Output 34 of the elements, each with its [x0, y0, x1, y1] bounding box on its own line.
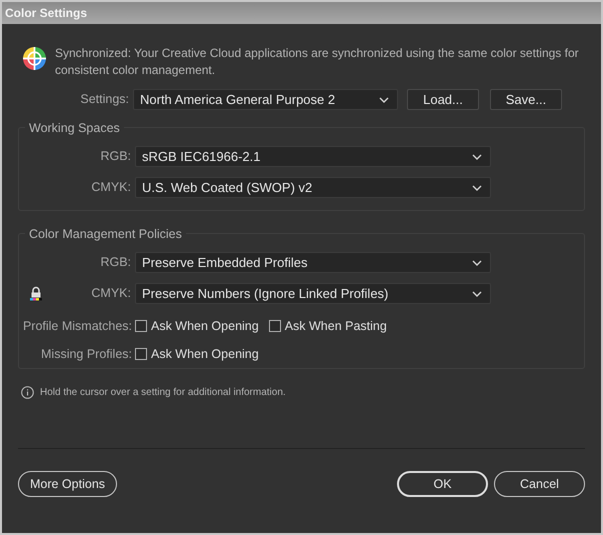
chevron-down-icon [472, 154, 482, 160]
chevron-down-icon [472, 290, 482, 296]
checkbox[interactable] [268, 320, 281, 332]
field-label: RGB: [100, 148, 131, 166]
dropdown[interactable]: U.S. Web Coated (SWOP) v2 [135, 177, 491, 198]
dialog-button[interactable]: Cancel [494, 471, 585, 497]
field-label: CMYK: [91, 285, 131, 302]
field-label: CMYK: [91, 179, 131, 196]
dropdown[interactable]: Preserve Numbers (Ignore Linked Profiles) [135, 283, 491, 304]
dialog-button[interactable]: More Options [18, 471, 117, 497]
checkbox[interactable] [135, 320, 147, 332]
info-icon [21, 386, 34, 399]
info-text: Hold the cursor over a setting for additional information. [40, 386, 286, 400]
dropdown[interactable]: Preserve Embedded Profiles [135, 252, 491, 273]
chevron-down-icon [472, 184, 482, 190]
field-label: Settings: [80, 91, 129, 108]
window-title: Color Settings [5, 5, 88, 22]
sync-message: Synchronized: Your Creative Cloud applications are synchronized using the same color settings for consistent color management. [55, 45, 580, 79]
dropdown[interactable]: North America General Purpose 2 [133, 89, 398, 110]
checkbox-label: Ask When Opening [151, 346, 259, 363]
field-label: Missing Profiles: [41, 346, 132, 363]
chevron-down-icon [379, 96, 389, 102]
chevron-down-icon [472, 260, 482, 266]
lock-icon [29, 286, 43, 301]
dialog-button[interactable]: OK [397, 471, 488, 497]
field-label: Profile Mismatches: [22, 318, 132, 335]
field-label: RGB: [100, 254, 131, 272]
checkbox[interactable] [135, 348, 147, 360]
checkbox-label: Ask When Pasting [284, 318, 387, 335]
dropdown[interactable]: sRGB IEC61966-2.1 [135, 146, 491, 167]
checkbox-label: Ask When Opening [151, 318, 259, 335]
color-wheel-icon [22, 46, 47, 71]
settings-button[interactable]: Save... [490, 89, 562, 110]
settings-button[interactable]: Load... [407, 89, 479, 110]
